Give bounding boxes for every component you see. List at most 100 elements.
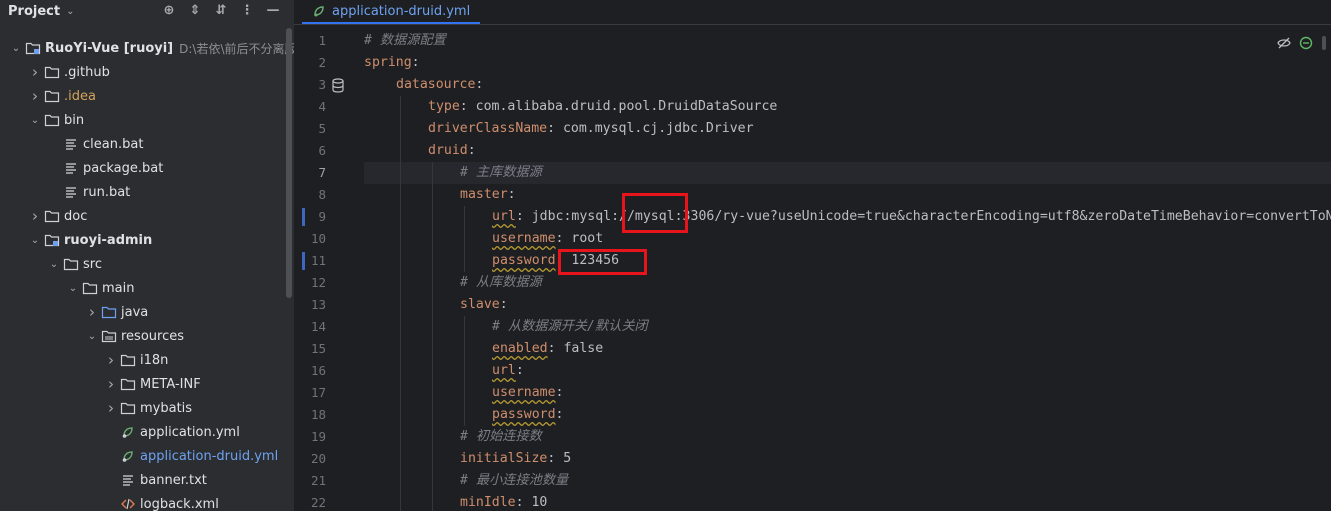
chevron-right-icon[interactable]: › xyxy=(103,351,119,369)
chevron-down-icon[interactable]: ⌄ xyxy=(46,259,62,270)
project-view-selector[interactable]: Project xyxy=(8,4,60,19)
folder-icon xyxy=(119,400,137,416)
source-folder-icon xyxy=(100,304,118,320)
code-comment: # 从数据源开关/默认关闭 xyxy=(492,319,648,334)
tree-item-label: application-druid.yml xyxy=(140,448,279,464)
chevron-right-icon[interactable]: › xyxy=(27,63,43,81)
crosshair-icon[interactable]: ⊕ xyxy=(162,0,176,22)
chevron-right-icon[interactable]: › xyxy=(27,207,43,225)
text-file-icon xyxy=(62,136,80,152)
tree-item[interactable]: ⌄ resources xyxy=(0,324,294,348)
tree-item[interactable]: application.yml xyxy=(0,420,294,444)
more-options-icon[interactable]: ⋮ xyxy=(240,0,254,22)
expand-all-icon[interactable]: ⇕ xyxy=(188,0,202,22)
tree-item[interactable]: › java xyxy=(0,300,294,324)
tree-item-label: RuoYi-Vue [ruoyi] xyxy=(45,40,174,56)
code-line[interactable]: url: jdbc:mysql://mysql:3306/ry-vue?useU… xyxy=(364,206,1331,228)
yaml-value: : xyxy=(555,385,564,400)
line-number: 8 xyxy=(318,187,326,202)
line-number: 9 xyxy=(318,209,326,224)
indent-guide xyxy=(432,470,433,492)
spring-yaml-icon xyxy=(312,4,326,18)
code-line[interactable]: # 初始连接数 xyxy=(364,426,1331,448)
code-line[interactable]: username: xyxy=(364,382,1331,404)
code-line[interactable]: enabled: false xyxy=(364,338,1331,360)
code-line[interactable]: # 主库数据源 xyxy=(364,162,1331,184)
tree-item[interactable]: › .idea xyxy=(0,84,294,108)
tree-item[interactable]: ⌄ bin xyxy=(0,108,294,132)
indent-guide xyxy=(400,96,401,118)
tree-item[interactable]: run.bat xyxy=(0,180,294,204)
chevron-down-icon[interactable]: ⌄ xyxy=(66,6,74,17)
tree-item[interactable]: banner.txt xyxy=(0,468,294,492)
tree-item[interactable]: package.bat xyxy=(0,156,294,180)
chevron-down-icon[interactable]: ⌄ xyxy=(27,235,43,246)
code-line[interactable]: type: com.alibaba.druid.pool.DruidDataSo… xyxy=(364,96,1331,118)
tree-scrollbar[interactable] xyxy=(286,28,292,298)
chevron-down-icon[interactable]: ⌄ xyxy=(8,43,24,54)
code-area[interactable]: # 数据源配置 spring: datasource: type: com.aliba… xyxy=(364,30,1331,511)
tree-item[interactable]: ⌄ src xyxy=(0,252,294,276)
code-line[interactable]: initialSize: 5 xyxy=(364,448,1331,470)
code-line[interactable]: # 从库数据源 xyxy=(364,272,1331,294)
yaml-key: username xyxy=(492,385,556,400)
code-line[interactable]: master: xyxy=(364,184,1331,206)
indent-guide xyxy=(400,294,401,316)
line-number: 19 xyxy=(310,429,326,444)
tree-item[interactable]: › doc xyxy=(0,204,294,228)
line-number: 15 xyxy=(310,341,326,356)
code-line[interactable]: druid: xyxy=(364,140,1331,162)
code-line[interactable]: url: xyxy=(364,360,1331,382)
tree-item[interactable]: ⌄ main xyxy=(0,276,294,300)
indent-guide xyxy=(464,206,465,228)
code-line[interactable]: minIdle: 10 xyxy=(364,492,1331,511)
code-line[interactable]: driverClassName: com.mysql.cj.jdbc.Drive… xyxy=(364,118,1331,140)
tree-item[interactable]: › .github xyxy=(0,60,294,84)
tree-item-label: clean.bat xyxy=(83,136,144,152)
collapse-all-icon[interactable]: ⇵ xyxy=(214,0,228,22)
indent-guide xyxy=(432,426,433,448)
tree-item[interactable]: application-druid.yml xyxy=(0,444,294,468)
code-line[interactable]: username: root xyxy=(364,228,1331,250)
chevron-down-icon[interactable]: ⌄ xyxy=(27,115,43,126)
chevron-down-icon[interactable]: ⌄ xyxy=(65,283,81,294)
code-line[interactable]: datasource: xyxy=(364,74,1331,96)
tree-item-label: src xyxy=(83,256,102,272)
code-line[interactable]: password: xyxy=(364,404,1331,426)
code-line[interactable]: password: 123456 xyxy=(364,250,1331,272)
tree-item[interactable]: › META-INF xyxy=(0,372,294,396)
tree-item[interactable]: ⌄ ruoyi-admin xyxy=(0,228,294,252)
code-line[interactable]: # 最小连接池数量 xyxy=(364,470,1331,492)
editor-scrollbar-icon[interactable] xyxy=(1321,36,1327,50)
chevron-down-icon[interactable]: ⌄ xyxy=(84,331,100,342)
tree-item[interactable]: › i18n xyxy=(0,348,294,372)
tree-item-label: package.bat xyxy=(83,160,164,176)
yaml-key: master xyxy=(460,187,508,202)
code-line[interactable]: # 数据源配置 xyxy=(364,30,1331,52)
reader-mode-icon[interactable] xyxy=(1277,36,1291,50)
yaml-key: url xyxy=(492,363,516,378)
line-number: 6 xyxy=(318,143,326,158)
indent-guide xyxy=(400,184,401,206)
code-line[interactable]: spring: xyxy=(364,52,1331,74)
chevron-right-icon[interactable]: › xyxy=(103,375,119,393)
tree-item[interactable]: logback.xml xyxy=(0,492,294,511)
indent-guide xyxy=(400,272,401,294)
datasource-icon[interactable] xyxy=(332,78,346,98)
no-problems-icon[interactable] xyxy=(1299,36,1313,50)
line-number: 4 xyxy=(318,99,326,114)
change-marker[interactable] xyxy=(302,208,305,226)
code-line[interactable]: # 从数据源开关/默认关闭 xyxy=(364,316,1331,338)
indent-guide xyxy=(400,492,401,511)
hide-panel-icon[interactable]: — xyxy=(266,0,280,22)
chevron-right-icon[interactable]: › xyxy=(103,399,119,417)
indent-guide xyxy=(400,250,401,272)
change-marker[interactable] xyxy=(302,252,305,270)
tree-item[interactable]: › mybatis xyxy=(0,396,294,420)
chevron-right-icon[interactable]: › xyxy=(27,87,43,105)
chevron-right-icon[interactable]: › xyxy=(84,303,100,321)
code-line[interactable]: slave: xyxy=(364,294,1331,316)
tree-item[interactable]: clean.bat xyxy=(0,132,294,156)
tab-application-druid[interactable]: application-druid.yml xyxy=(302,0,481,24)
tree-item[interactable]: ⌄ RuoYi-Vue [ruoyi] D:\若依\前后不分离版\Ru xyxy=(0,36,294,60)
